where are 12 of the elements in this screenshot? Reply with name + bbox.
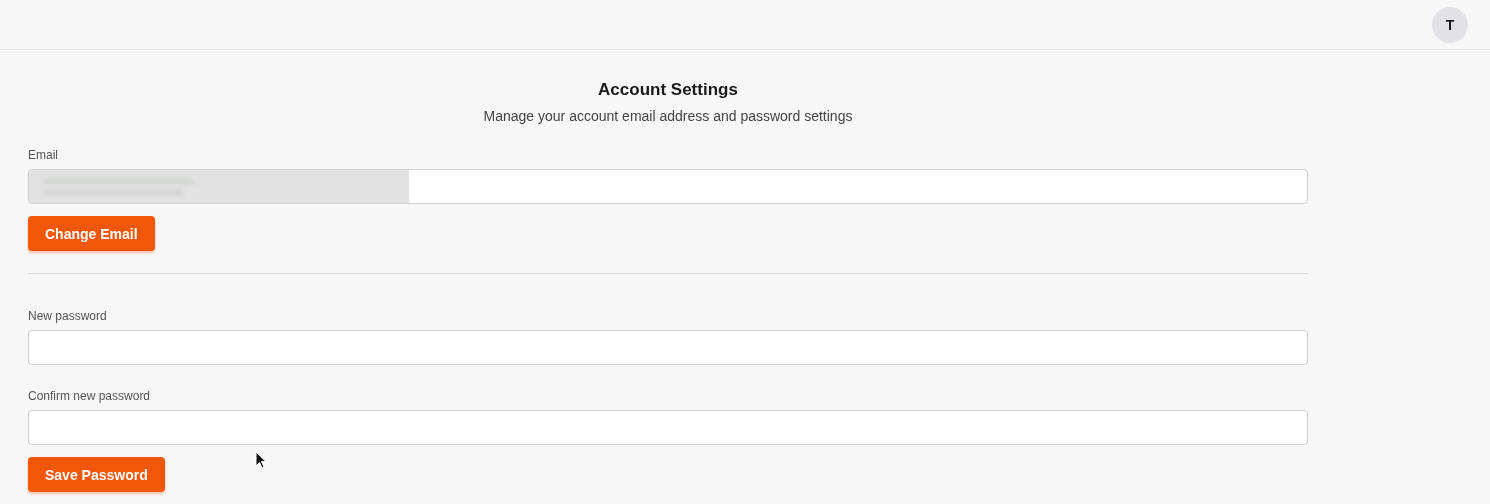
password-field[interactable] <box>28 410 1308 445</box>
page-subtitle: Manage your account email address and password settings <box>482 108 854 124</box>
user-avatar[interactable]: T <box>1432 6 1468 43</box>
email-field[interactable] <box>28 169 1308 204</box>
cursor-icon <box>255 451 267 469</box>
change-email-button[interactable]: Change Email <box>28 216 155 251</box>
password-field[interactable] <box>28 330 1308 365</box>
save-password-button[interactable]: Save Password <box>28 457 165 492</box>
field-label: Email <box>28 148 59 162</box>
field-label: New password <box>28 309 108 323</box>
page-title: Account Settings <box>597 80 739 100</box>
field-label: Confirm new password <box>28 389 152 403</box>
